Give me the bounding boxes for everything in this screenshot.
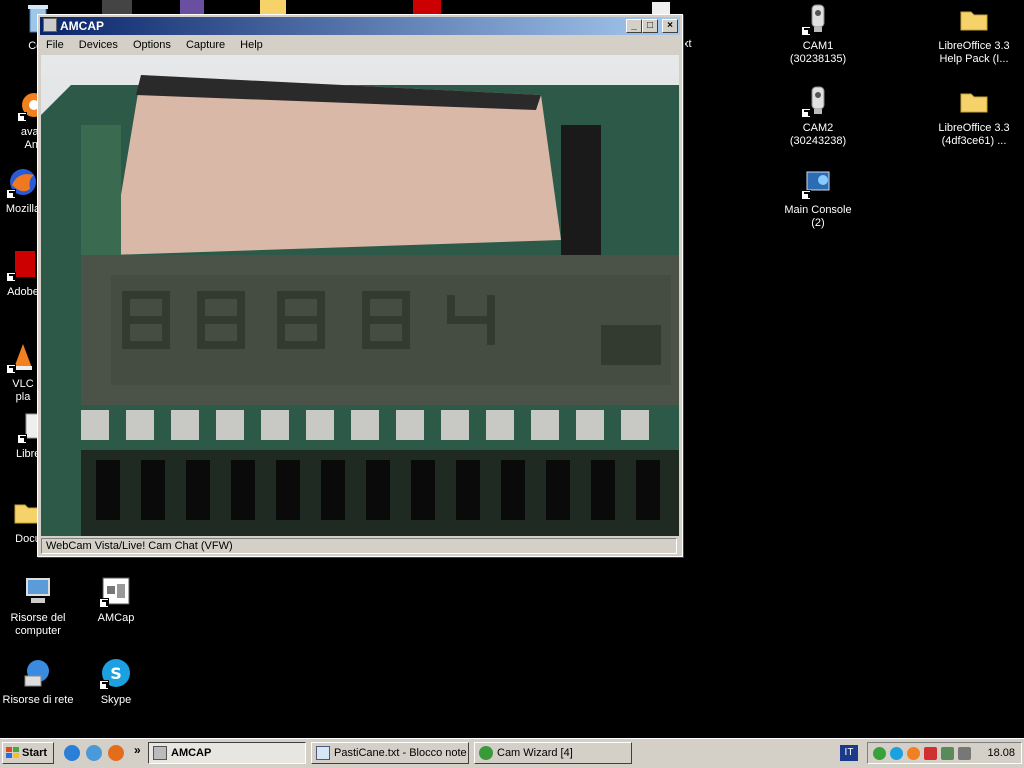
folder-icon <box>957 2 991 36</box>
desktop-icon-libreoffice-help[interactable]: LibreOffice 3.3 Help Pack (I... <box>929 2 1019 66</box>
task-label: AMCAP <box>171 747 212 759</box>
cam-wizard-task-icon <box>479 746 493 760</box>
menu-options[interactable]: Options <box>127 36 177 54</box>
console-icon <box>801 166 835 200</box>
desktop-icon-cam2[interactable]: CAM2 (30243238) <box>773 84 863 148</box>
start-button[interactable]: Start <box>2 742 54 764</box>
taskbar: Start » AMCAP PastiCane.txt - Blocco not… <box>0 738 1024 768</box>
start-label: Start <box>22 747 48 759</box>
camera-icon <box>801 84 835 118</box>
svg-text:S: S <box>110 664 122 683</box>
desktop-icon-label: Main Console (2) <box>784 204 852 229</box>
ie-quicklaunch-icon[interactable] <box>64 745 80 761</box>
task-amcap[interactable]: AMCAP <box>148 742 306 764</box>
clock[interactable]: 18.08 <box>987 747 1015 759</box>
firefox-quicklaunch-icon[interactable] <box>108 745 124 761</box>
my-computer-icon <box>21 574 55 608</box>
partial-top-icon-2[interactable] <box>180 0 204 14</box>
adobe-reader-icon <box>6 248 40 282</box>
amcap-window[interactable]: AMCAP _ □ × File Devices Options Capture… <box>37 14 683 557</box>
amcap-task-icon <box>153 746 167 760</box>
menu-capture[interactable]: Capture <box>180 36 231 54</box>
task-cam-wizard[interactable]: Cam Wizard [4] <box>474 742 632 764</box>
close-button[interactable]: × <box>662 19 678 33</box>
title-bar[interactable]: AMCAP _ □ × <box>40 17 680 35</box>
system-tray: 18.08 <box>867 742 1022 764</box>
network-icon <box>21 656 55 690</box>
desktop-icon-label: LibreOffice 3.3 Help Pack (I... <box>938 40 1010 65</box>
desktop-icon-amcap[interactable]: AMCap <box>71 574 161 625</box>
partial-icon-label: xt <box>683 38 692 50</box>
desktop-icon-label: AMCap <box>97 612 135 624</box>
task-label: PastiCane.txt - Blocco note <box>334 747 467 759</box>
tray-skype-icon[interactable] <box>890 747 903 760</box>
maximize-button[interactable]: □ <box>642 19 658 33</box>
amcap-icon <box>99 574 133 608</box>
language-indicator[interactable]: IT <box>840 745 858 761</box>
desktop-icon-label: CAM1 (30238135) <box>789 40 847 65</box>
webcam-frame <box>41 55 679 536</box>
partial-top-icon-3[interactable] <box>260 0 286 14</box>
vlc-icon <box>6 340 40 374</box>
menu-bar: File Devices Options Capture Help <box>40 36 680 55</box>
windows-logo-icon <box>6 747 19 758</box>
minimize-button[interactable]: _ <box>626 19 642 33</box>
desktop-icon-label: Skype <box>100 694 132 706</box>
window-title: AMCAP <box>60 19 104 33</box>
desktop-icon-label: LibreOffice 3.3 (4df3ce61) ... <box>938 122 1010 147</box>
skype-icon: S <box>99 656 133 690</box>
notepad-task-icon <box>316 746 330 760</box>
folder-icon <box>957 84 991 118</box>
partial-top-icon-1[interactable] <box>102 0 132 14</box>
partial-top-icon-pdf[interactable] <box>413 0 441 14</box>
quicklaunch-more-icon[interactable]: » <box>134 743 141 757</box>
firefox-icon <box>6 165 40 199</box>
outlook-quicklaunch-icon[interactable] <box>86 745 102 761</box>
tray-device-icon[interactable] <box>941 747 954 760</box>
menu-devices[interactable]: Devices <box>73 36 124 54</box>
desktop-icon-label: CAM2 (30243238) <box>789 122 847 147</box>
app-icon <box>43 18 57 32</box>
tray-green-icon[interactable] <box>873 747 886 760</box>
status-bar: WebCam Vista/Live! Cam Chat (VFW) <box>41 538 677 554</box>
desktop-icon-main-console[interactable]: Main Console (2) <box>773 166 863 230</box>
tray-avast-icon[interactable] <box>907 747 920 760</box>
menu-help[interactable]: Help <box>234 36 269 54</box>
notepad-file-icon[interactable] <box>652 2 670 14</box>
desktop-icon-skype[interactable]: S Skype <box>71 656 161 707</box>
video-preview <box>41 55 679 536</box>
menu-file[interactable]: File <box>40 36 70 54</box>
task-label: Cam Wizard [4] <box>497 747 573 759</box>
task-notepad[interactable]: PastiCane.txt - Blocco note <box>311 742 469 764</box>
desktop-icon-libreoffice-folder[interactable]: LibreOffice 3.3 (4df3ce61) ... <box>929 84 1019 148</box>
tray-network-icon[interactable] <box>958 747 971 760</box>
desktop-icon-cam1[interactable]: CAM1 (30238135) <box>773 2 863 66</box>
tray-red-icon[interactable] <box>924 747 937 760</box>
camera-icon <box>801 2 835 36</box>
